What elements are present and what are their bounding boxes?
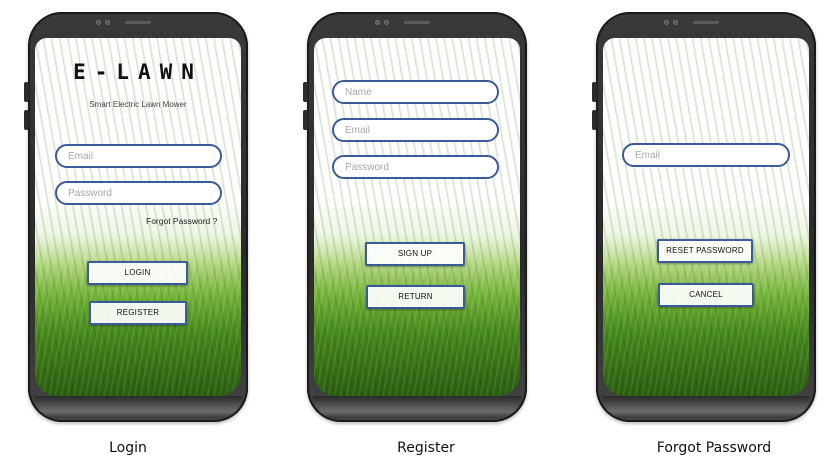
email-field[interactable]: Email [55,144,222,168]
forgot-password-screen: Email RESET PASSWORD CANCEL [603,38,809,396]
register-button[interactable]: REGISTER [89,301,187,325]
phone-side-button [24,110,29,130]
register-caption: Register [397,440,455,456]
email-field[interactable]: Email [332,118,499,142]
login-button[interactable]: LOGIN [87,261,188,285]
phone-side-button [592,110,597,130]
login-phone: E-LAWN Smart Electric Lawn Mower Email P… [24,12,248,422]
speaker-grille [404,21,430,24]
app-logo: E-LAWN [73,60,203,84]
password-field[interactable]: Password [332,155,499,179]
speaker-grille [125,21,151,24]
sign-up-button[interactable]: SIGN UP [365,242,465,266]
password-field[interactable]: Password [55,181,222,205]
reset-password-button[interactable]: RESET PASSWORD [657,239,753,263]
phone-side-button [24,82,29,102]
register-screen: Name Email Password SIGN UP RETURN [314,38,520,396]
return-button[interactable]: RETURN [366,285,465,309]
camera-icon [664,20,669,25]
phone-side-button [592,82,597,102]
login-screen: E-LAWN Smart Electric Lawn Mower Email P… [35,38,241,396]
camera-icon [96,20,101,25]
phone-side-button [303,110,308,130]
login-caption: Login [109,440,147,456]
forgot-password-link[interactable]: Forgot Password ? [146,216,217,226]
cancel-button[interactable]: CANCEL [658,283,754,307]
sensor-icon [384,20,389,25]
forgot-password-caption: Forgot Password [656,440,772,456]
phone-side-button [303,82,308,102]
email-field[interactable]: Email [622,143,790,167]
name-field[interactable]: Name [332,80,499,104]
app-tagline: Smart Electric Lawn Mower [89,100,187,109]
camera-icon [375,20,380,25]
sensor-icon [673,20,678,25]
sensor-icon [105,20,110,25]
forgot-password-phone: Email RESET PASSWORD CANCEL [592,12,816,422]
register-phone: Name Email Password SIGN UP RETURN [303,12,527,422]
speaker-grille [693,21,719,24]
